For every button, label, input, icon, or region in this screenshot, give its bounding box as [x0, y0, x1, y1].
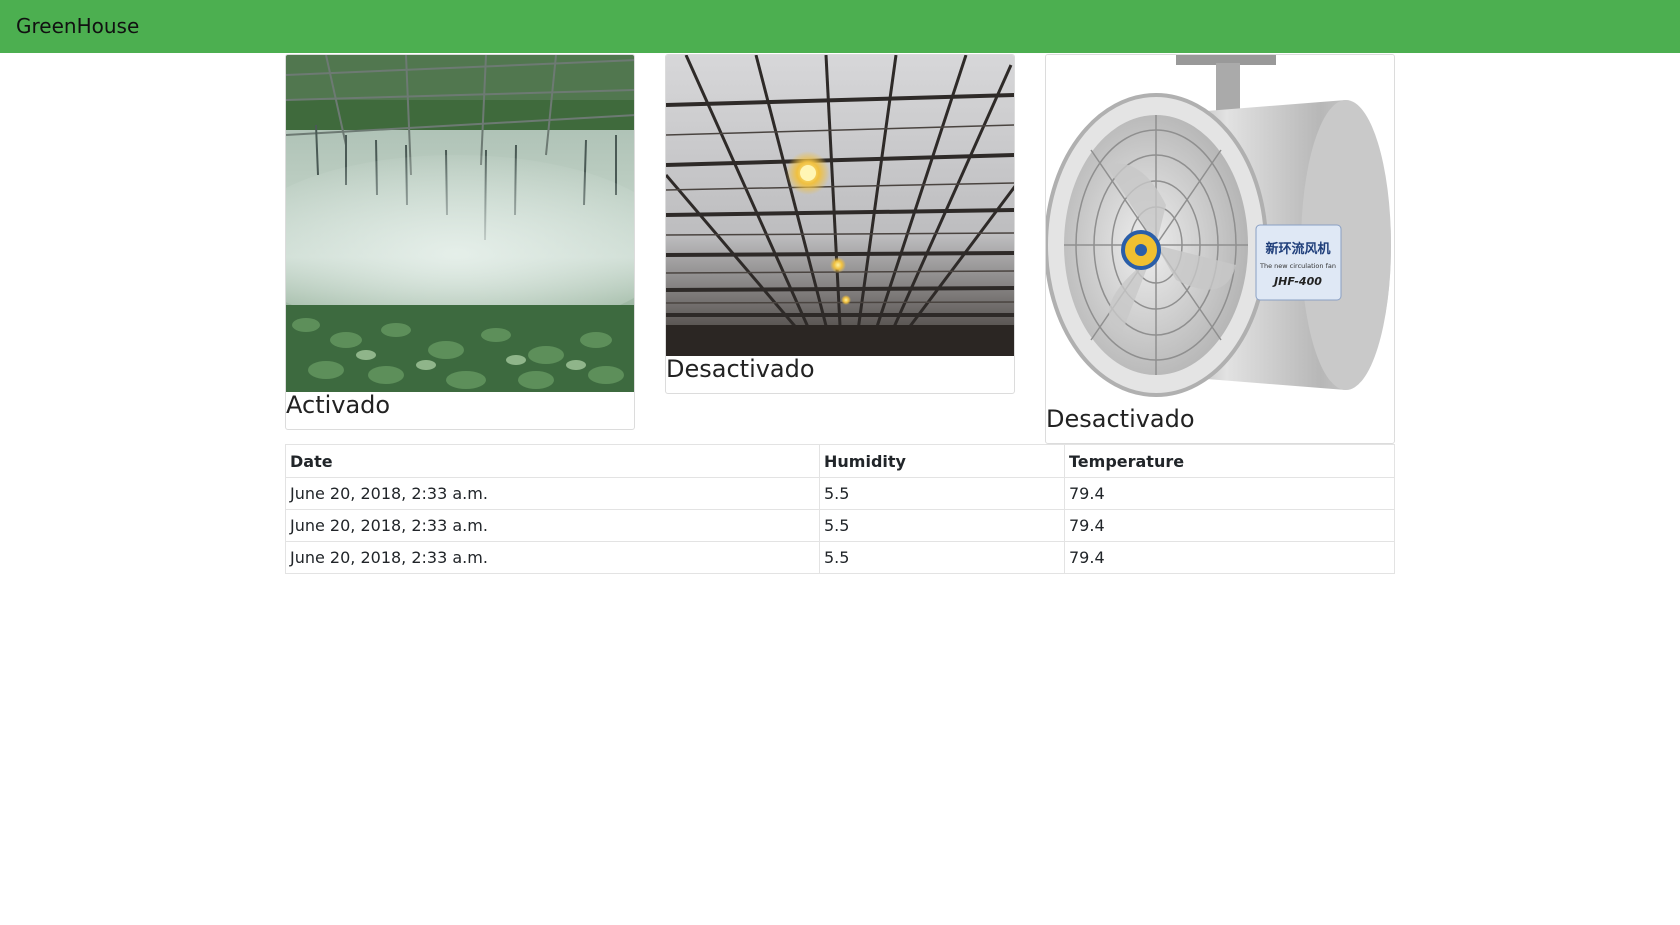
table-row: June 20, 2018, 2:33 a.m. 5.5 79.4 — [285, 541, 1395, 574]
header-date: Date — [285, 444, 820, 478]
cell-temperature: 79.4 — [1064, 477, 1395, 510]
table-header-row: Date Humidity Temperature — [285, 444, 1395, 478]
cell-temperature: 79.4 — [1064, 541, 1395, 574]
header-humidity: Humidity — [819, 444, 1065, 478]
fan-label-chinese: 新环流风机 — [1265, 241, 1330, 257]
top-navbar: GreenHouse — [0, 0, 1680, 53]
cell-humidity: 5.5 — [819, 477, 1065, 510]
fan-label-model: JHF-400 — [1272, 275, 1322, 288]
cell-humidity: 5.5 — [819, 541, 1065, 574]
device-card-fan: 新环流风机 The new circulation fan JHF-400 De… — [1045, 54, 1395, 444]
fan-status: Desactivado — [1046, 405, 1195, 433]
table-row: June 20, 2018, 2:33 a.m. 5.5 79.4 — [285, 477, 1395, 510]
lighting-status: Desactivado — [666, 355, 815, 383]
fan-label-english: The new circulation fan — [1259, 262, 1336, 270]
cell-date: June 20, 2018, 2:33 a.m. — [285, 477, 820, 510]
cell-date: June 20, 2018, 2:33 a.m. — [285, 541, 820, 574]
cell-date: June 20, 2018, 2:33 a.m. — [285, 509, 820, 542]
device-card-misting: Activado — [285, 54, 635, 430]
cell-humidity: 5.5 — [819, 509, 1065, 542]
misting-status: Activado — [286, 391, 391, 419]
fan-photo: 新环流风机 The new circulation fan JHF-400 — [1046, 55, 1394, 407]
misting-photo — [286, 55, 634, 392]
lighting-photo — [666, 55, 1014, 356]
table-row: June 20, 2018, 2:33 a.m. 5.5 79.4 — [285, 509, 1395, 542]
readings-table: Date Humidity Temperature June 20, 2018,… — [285, 444, 1395, 574]
cell-temperature: 79.4 — [1064, 509, 1395, 542]
brand-link[interactable]: GreenHouse — [16, 13, 139, 39]
device-card-lighting: Desactivado — [665, 54, 1015, 394]
header-temperature: Temperature — [1064, 444, 1395, 478]
